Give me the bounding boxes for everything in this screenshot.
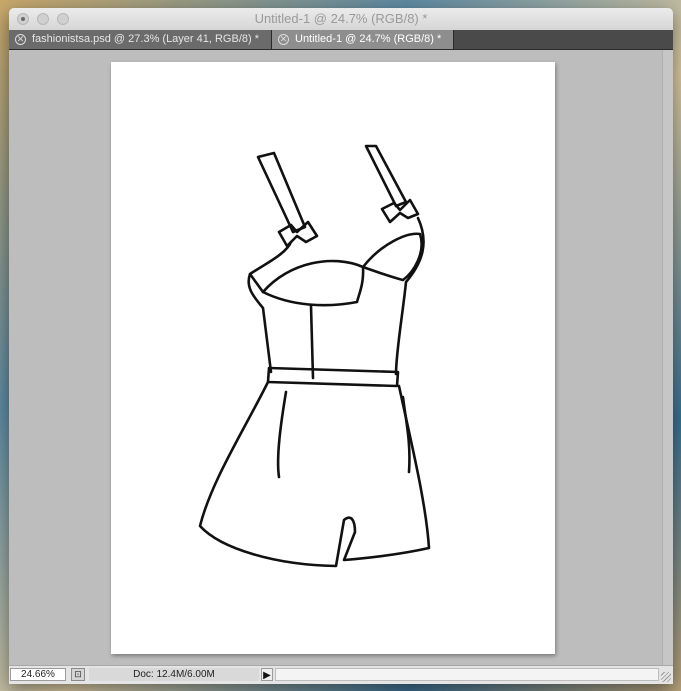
tab-untitled-1[interactable]: ✕ Untitled-1 @ 24.7% (RGB/8) * [272, 30, 454, 49]
document-tab-bar: ✕ fashionistsa.psd @ 27.3% (Layer 41, RG… [9, 30, 673, 50]
window-title: Untitled-1 @ 24.7% (RGB/8) * [254, 11, 428, 26]
tab-close-icon[interactable]: ✕ [15, 34, 26, 45]
tab-fashionistsa[interactable]: ✕ fashionistsa.psd @ 27.3% (Layer 41, RG… [9, 30, 272, 49]
export-icon[interactable]: ⊡ [71, 668, 85, 681]
document-canvas[interactable] [111, 62, 555, 654]
status-bar: 24.66% ⊡ Doc: 12.4M/6.00M ▶ [9, 665, 673, 684]
romper-drawing [198, 144, 431, 568]
vertical-scrollbar[interactable] [662, 50, 673, 666]
document-size-info[interactable]: Doc: 12.4M/6.00M [89, 668, 259, 681]
horizontal-scrollbar[interactable] [275, 668, 659, 681]
tab-label: fashionistsa.psd @ 27.3% (Layer 41, RGB/… [32, 33, 259, 45]
title-bar[interactable]: Untitled-1 @ 24.7% (RGB/8) * [9, 8, 673, 31]
tab-label: Untitled-1 @ 24.7% (RGB/8) * [295, 33, 442, 45]
tab-close-icon[interactable]: ✕ [278, 34, 289, 45]
document-window: Untitled-1 @ 24.7% (RGB/8) * ✕ fashionis… [9, 8, 673, 684]
status-menu-arrow-icon[interactable]: ▶ [261, 668, 273, 681]
resize-grip-icon[interactable] [661, 672, 671, 682]
zoom-level-field[interactable]: 24.66% [10, 668, 66, 681]
